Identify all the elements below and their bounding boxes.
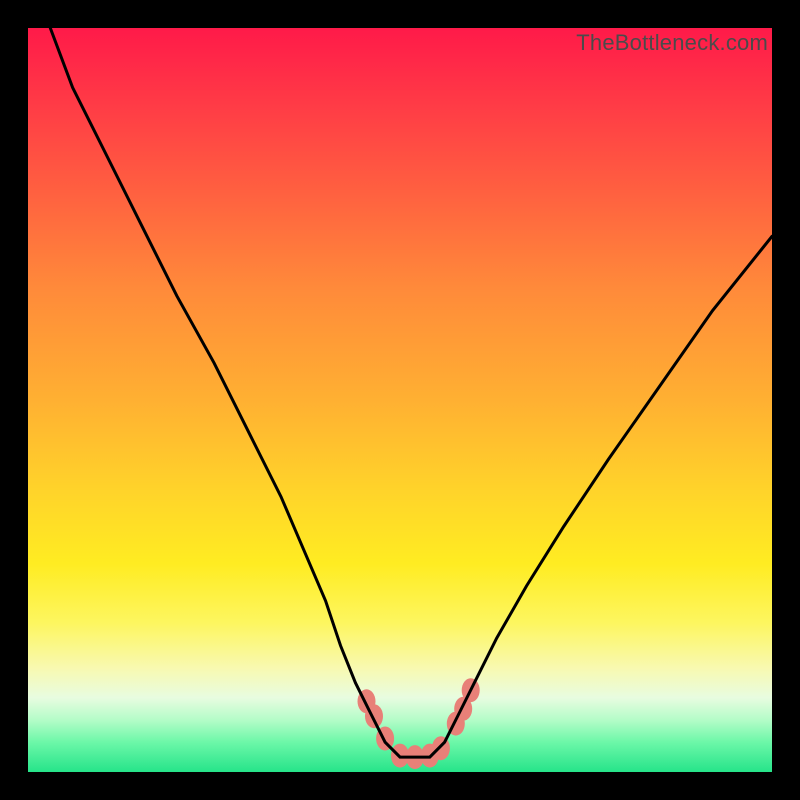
outer-frame: TheBottleneck.com: [0, 0, 800, 800]
chart-svg: [28, 28, 772, 772]
watermark-text: TheBottleneck.com: [576, 30, 768, 56]
plot-area: [28, 28, 772, 772]
bottleneck-curve: [50, 28, 772, 757]
